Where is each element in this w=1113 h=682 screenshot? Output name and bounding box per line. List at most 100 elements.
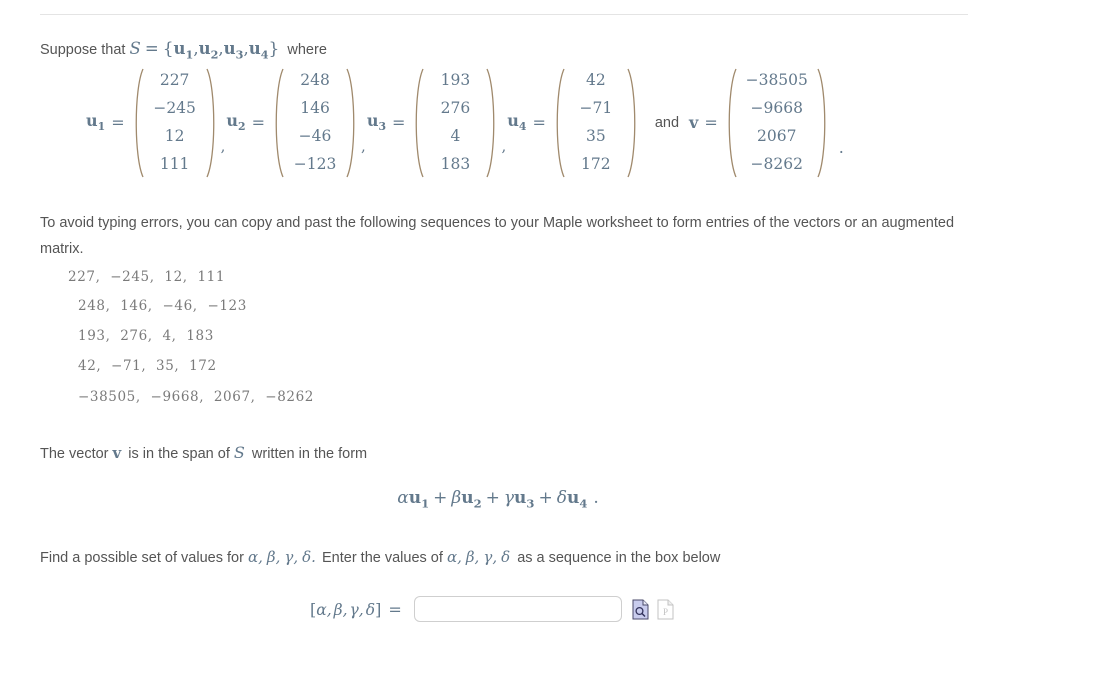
find-text-part1: Find a possible set of values for: [40, 550, 244, 566]
right-paren-icon: [206, 67, 220, 179]
left-paren-icon: [130, 67, 144, 179]
sequence-line-1[interactable]: 227, −245, 12, 111: [68, 269, 225, 285]
span-statement: The vector v is in the span of S written…: [40, 440, 367, 467]
set-member-u1: u1: [173, 39, 194, 62]
set-symbol-S: S: [129, 39, 141, 58]
formula-vector-u2: u2: [461, 488, 482, 511]
answer-label: [α, β, γ, δ] =: [310, 600, 402, 619]
coefficient-beta: β: [451, 488, 462, 508]
greek-alpha: α,: [247, 548, 263, 566]
matrix-entry: 12: [164, 126, 185, 145]
formula-vector-u3: u3: [514, 488, 535, 511]
document-magnifier-icon[interactable]: [632, 599, 649, 620]
matrix-entry: −46: [298, 126, 332, 145]
vector-definition-v: v = −38505 −9668 2067 −8262: [689, 67, 831, 179]
document-palette-icon: P: [657, 599, 674, 620]
greek-gamma: γ,: [349, 600, 364, 619]
matrix-entry: 111: [159, 154, 190, 173]
coefficient-delta: δ: [556, 488, 567, 508]
matrix-u2: 248 146 −46 −123: [270, 67, 360, 179]
suppose-prefix: Suppose that: [40, 42, 126, 58]
vector-definitions-row: u1 = 227 −245 12 111 , u2 = 248 146 −46 …: [40, 60, 1070, 185]
matrix-entry: 227: [159, 70, 190, 89]
matrix-entry: 146: [300, 98, 330, 117]
matrix-entry: −9668: [750, 98, 803, 117]
matrix-entry: −38505: [745, 70, 808, 89]
vector-label-u4: u4: [507, 111, 527, 134]
greek-delta: δ: [365, 600, 376, 619]
linear-combination-formula: αu1 + βu2 + γu3 + δu4.: [0, 488, 1000, 510]
right-paren-icon: [627, 67, 641, 179]
svg-text:P: P: [663, 607, 668, 617]
vector-separator-comma: ,: [361, 137, 366, 155]
right-paren-icon: [346, 67, 360, 179]
span-text-part2: is in the span of: [128, 446, 230, 462]
greek-gamma: γ,: [284, 548, 299, 566]
matrix-entry: −245: [153, 98, 196, 117]
equals-v: =: [704, 113, 718, 132]
set-brace-open: {: [162, 39, 174, 59]
vector-definition-u3: u3 = 193 276 4 183: [367, 67, 501, 179]
answer-equals: =: [388, 599, 402, 619]
set-brace-close: }: [268, 39, 280, 59]
answer-entry-row: [α, β, γ, δ] = P: [310, 596, 674, 622]
matrix-entry: 248: [300, 70, 330, 89]
sequence-line-5[interactable]: −38505, −9668, 2067, −8262: [78, 389, 314, 405]
greek-beta: β,: [266, 548, 281, 566]
trailing-period: .: [838, 138, 844, 157]
left-paren-icon: [551, 67, 565, 179]
vector-separator-comma: ,: [501, 137, 507, 155]
greek-gamma: γ,: [483, 548, 498, 566]
matrix-entry: 276: [440, 98, 471, 117]
right-paren-icon: [817, 67, 831, 179]
matrix-entry: 2067: [757, 126, 797, 145]
find-text-part2: Enter the values of: [321, 550, 443, 566]
coefficient-alpha: α: [397, 488, 409, 508]
sequence-line-3[interactable]: 193, 276, 4, 183: [78, 328, 214, 344]
vector-definition-u4: u4 = 42 −71 35 172: [507, 67, 641, 179]
equals-sign: =: [144, 39, 159, 58]
bracket-close: ]: [375, 599, 382, 619]
matrix-u4: 42 −71 35 172: [551, 67, 641, 179]
greek-beta: β,: [465, 548, 480, 566]
matrix-entry: 35: [585, 126, 606, 145]
set-member-u4: u4: [248, 39, 269, 62]
set-symbol-S: S: [233, 443, 245, 462]
greek-alpha: α,: [446, 548, 462, 566]
span-text-part3: written in the form: [251, 446, 368, 462]
top-divider: [40, 14, 968, 15]
vector-separator-comma: ,: [220, 137, 226, 155]
sequence-line-2[interactable]: 248, 146, −46, −123: [78, 298, 247, 314]
equals-u4: =: [532, 113, 546, 132]
sequence-line-4[interactable]: 42, −71, 35, 172: [78, 358, 217, 374]
plus-sign: +: [485, 488, 500, 508]
vector-label-u1: u1: [86, 111, 106, 134]
vector-symbol-v: v: [112, 444, 122, 462]
find-text-part3: as a sequence in the box below: [517, 550, 721, 566]
matrix-v: −38505 −9668 2067 −8262: [723, 67, 831, 179]
vector-label-u3: u3: [366, 111, 387, 134]
matrix-entry: −8262: [750, 154, 803, 173]
find-values-statement: Find a possible set of values for α, β, …: [40, 545, 720, 571]
instructions-paragraph: To avoid typing errors, you can copy and…: [40, 215, 955, 257]
matrix-u3: 193 276 4 183: [410, 67, 500, 179]
matrix-entry: 172: [581, 154, 611, 173]
answer-input[interactable]: [413, 596, 622, 622]
right-paren-icon: [486, 67, 500, 179]
greek-delta: δ: [501, 548, 511, 566]
span-text-part1: The vector: [40, 446, 109, 462]
vector-label-u2: u2: [226, 111, 246, 134]
greek-alpha: α,: [316, 600, 332, 619]
formula-vector-u1: u1: [408, 488, 430, 511]
formula-vector-u4: u4: [566, 488, 588, 511]
vector-label-v: v: [689, 113, 699, 132]
plus-sign: +: [538, 488, 553, 508]
formula-period: .: [593, 488, 599, 508]
greek-beta: β,: [333, 600, 348, 619]
matrix-entry: 42: [585, 70, 606, 89]
coefficient-gamma: γ: [503, 488, 515, 508]
plus-sign: +: [433, 488, 448, 508]
matrix-entry: −123: [293, 154, 337, 173]
vector-definition-u2: u2 = 248 146 −46 −123: [226, 67, 360, 179]
set-member-u3: u3: [223, 39, 244, 62]
